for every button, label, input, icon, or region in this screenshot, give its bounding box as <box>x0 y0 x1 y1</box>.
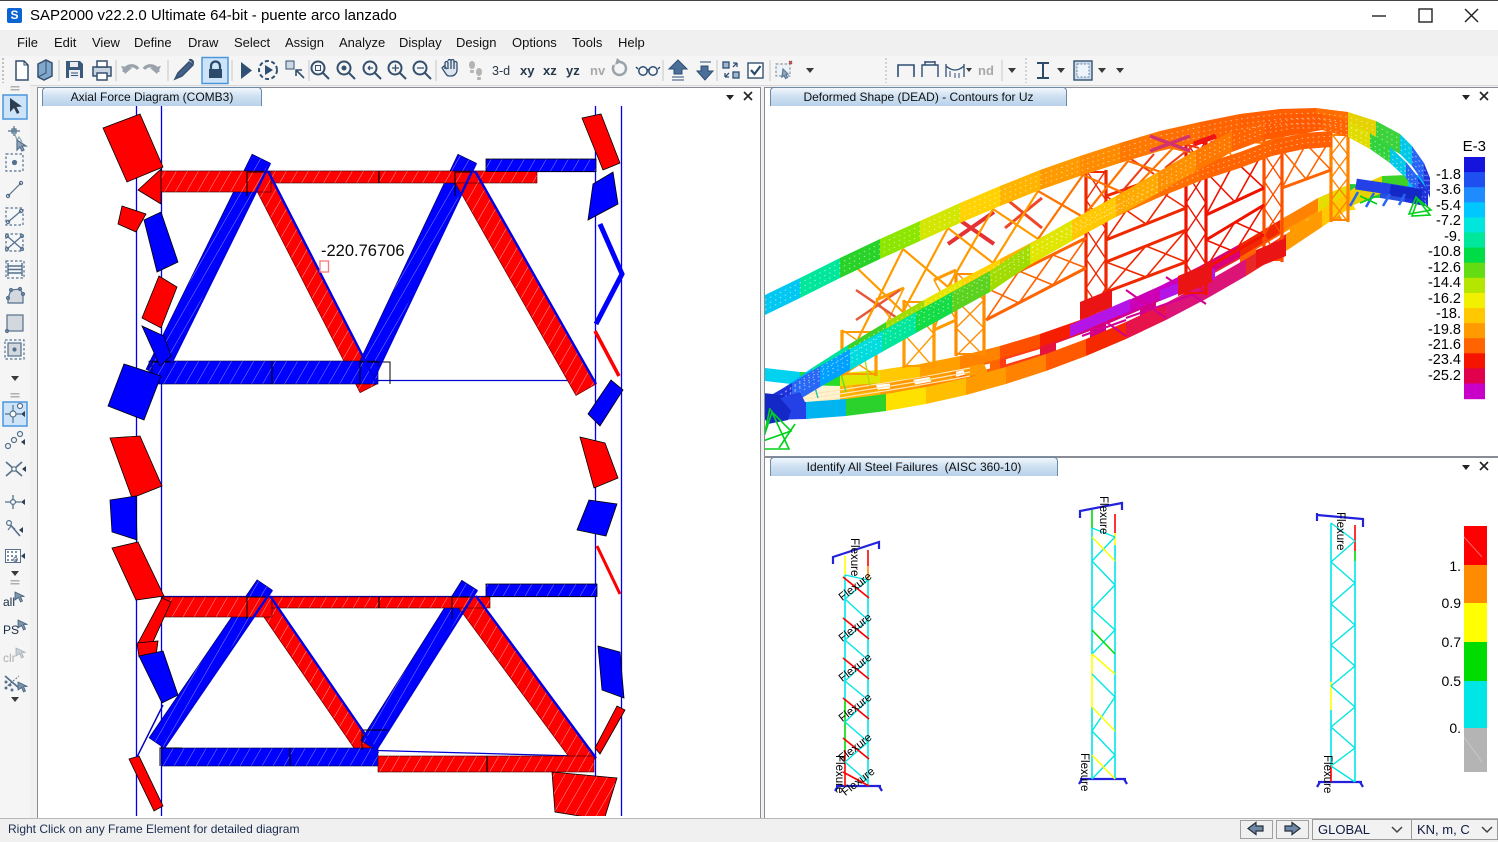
svg-text:yz: yz <box>566 63 580 78</box>
svg-text:nd: nd <box>978 63 994 78</box>
svg-text:0.: 0. <box>1449 720 1461 736</box>
svg-text:Flexure: Flexure <box>1321 755 1333 793</box>
svg-text:3-d: 3-d <box>492 64 510 78</box>
svg-text:Flexure: Flexure <box>848 538 860 576</box>
svg-text:nv: nv <box>590 63 606 78</box>
svg-text:0.5: 0.5 <box>1442 673 1462 689</box>
svg-text:xz: xz <box>543 63 557 78</box>
svg-text:-5.4: -5.4 <box>1436 198 1461 214</box>
svg-text:PS: PS <box>3 623 19 637</box>
svg-text:-14.4: -14.4 <box>1428 275 1461 291</box>
svg-text:Flexure: Flexure <box>1097 496 1109 534</box>
svg-text:-21.6: -21.6 <box>1428 337 1461 353</box>
svg-text:-12.6: -12.6 <box>1428 260 1461 276</box>
svg-text:-25.2: -25.2 <box>1428 368 1461 384</box>
svg-text:-10.8: -10.8 <box>1428 244 1461 260</box>
svg-text:clr: clr <box>3 651 16 665</box>
svg-text:-9.: -9. <box>1444 229 1461 245</box>
svg-text:Flexure: Flexure <box>1078 753 1090 791</box>
svg-text:-23.4: -23.4 <box>1428 352 1461 368</box>
svg-text:-1.8: -1.8 <box>1436 167 1461 183</box>
svg-text:1.: 1. <box>1449 558 1461 574</box>
svg-text:Flexure: Flexure <box>833 755 845 793</box>
svg-text:xy: xy <box>520 63 535 78</box>
svg-text:-3.6: -3.6 <box>1436 182 1461 198</box>
svg-text:E-3: E-3 <box>1463 138 1486 155</box>
svg-text:Flexure: Flexure <box>1334 512 1346 550</box>
svg-text:all: all <box>3 595 15 609</box>
svg-text:-7.2: -7.2 <box>1436 213 1461 229</box>
svg-text:o: o <box>13 554 18 564</box>
svg-text:-19.8: -19.8 <box>1428 322 1461 338</box>
svg-text:-220.76706: -220.76706 <box>321 242 405 260</box>
svg-text:0.9: 0.9 <box>1442 595 1462 611</box>
svg-text:-16.2: -16.2 <box>1428 291 1461 307</box>
svg-text:0.7: 0.7 <box>1442 634 1462 650</box>
svg-text:-18.: -18. <box>1436 306 1461 322</box>
